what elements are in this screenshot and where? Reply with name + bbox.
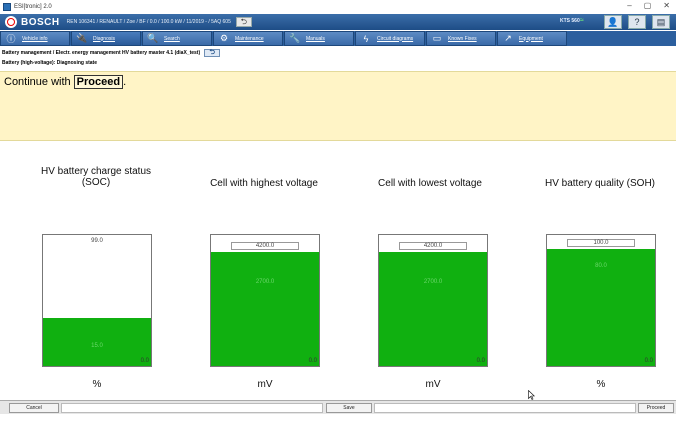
- window-title: ESI[tronic] 2.0: [14, 4, 52, 10]
- gauge-title: HV battery quality (SOH): [525, 178, 675, 189]
- tab-search[interactable]: 🔍 Search: [142, 31, 212, 46]
- gauge-unit: %: [596, 379, 606, 390]
- gauge-max-label: 4200.0: [231, 242, 299, 251]
- instruction-suffix: .: [123, 76, 127, 88]
- gauge-title-line: Cell with lowest voltage: [378, 178, 482, 189]
- cancel-button[interactable]: Cancel: [9, 403, 59, 413]
- instruction-panel: Continue with Proceed .: [0, 71, 676, 141]
- gauge-title: Cell with lowest voltage: [355, 178, 505, 189]
- gauge-bar: 100.0 80.0 0.0: [546, 234, 656, 367]
- breadcrumb-path: Battery management / Electr. energy mana…: [2, 50, 201, 56]
- signal-icon: ≈: [580, 17, 584, 24]
- main-nav: ⓘ Vehicle info 🔌 Diagnosis 🔍 Search ⚙ Ma…: [0, 31, 676, 46]
- window-controls: – ▢ ✕: [627, 1, 670, 10]
- gauge-min-label: 0.0: [308, 358, 317, 364]
- gauge-title-line: (SOC): [81, 177, 111, 188]
- gauge-min-label: 0.0: [140, 358, 149, 364]
- gauge-title: Cell with highest voltage: [189, 178, 339, 189]
- gauge-threshold-label: 2700.0: [255, 279, 275, 285]
- app-window: ESI[tronic] 2.0 – ▢ ✕ BOSCH REN 106341 /…: [0, 0, 676, 427]
- tab-diagnosis[interactable]: 🔌 Diagnosis: [71, 31, 141, 46]
- breadcrumb: Battery management / Electr. energy mana…: [2, 48, 221, 58]
- gauge-max-label: 4200.0: [399, 242, 467, 251]
- gauge-min-label: 0.0: [644, 358, 653, 364]
- minimize-icon[interactable]: –: [627, 1, 631, 10]
- gauge-threshold-label: 15.0: [91, 343, 103, 349]
- gauge-bar: 4200.0 2700.0 0.0: [378, 234, 488, 367]
- wrench-icon: 🔧: [289, 33, 301, 43]
- status-field-left: [61, 403, 323, 413]
- gauge-title-line: HV battery quality (SOH): [544, 178, 656, 189]
- gauge-unit: mV: [257, 379, 273, 390]
- breadcrumb-back-button[interactable]: ⮌: [204, 49, 221, 57]
- gauge-title: HV battery charge status (SOC): [21, 166, 171, 188]
- brand-bar: BOSCH REN 106341 / RENAULT / Zoe / BF / …: [0, 14, 676, 30]
- instruction-proceed-highlight: Proceed: [73, 75, 124, 89]
- link-icon: ↗: [504, 33, 512, 43]
- gauge-title-line: HV battery charge status: [40, 166, 152, 177]
- gauge-bar-fill: [43, 318, 151, 366]
- app-icon: [3, 3, 11, 11]
- user-icon[interactable]: 👤: [604, 15, 622, 29]
- gauge-max-label: 99.0: [91, 238, 103, 244]
- footer-strip: [0, 414, 676, 427]
- search-icon: 🔍: [147, 33, 159, 43]
- gauge-title-line: Cell with highest voltage: [210, 178, 318, 189]
- info-icon: ⓘ: [6, 34, 16, 44]
- close-icon[interactable]: ✕: [663, 1, 670, 10]
- gears-icon: ⚙: [219, 33, 229, 43]
- gauge-bar-fill: [379, 252, 487, 366]
- brand-name: BOSCH: [21, 16, 60, 28]
- mouse-cursor-icon: [528, 390, 535, 400]
- diagnosis-state-label: Battery (high-voltage): Diagnosing state: [2, 60, 98, 66]
- status-field-right: [374, 403, 636, 413]
- gauge-unit: %: [92, 379, 102, 390]
- tab-manuals[interactable]: 🔧 Manuals: [284, 31, 354, 46]
- gauge-bar-fill: [211, 252, 319, 366]
- gauge-threshold-label: 80.0: [595, 263, 607, 269]
- bosch-logo-icon: [5, 16, 17, 28]
- kts-device-label: KTS 560: [560, 18, 580, 24]
- gauge-unit: mV: [425, 379, 441, 390]
- print-icon[interactable]: ▤: [652, 15, 670, 29]
- vehicle-back-button[interactable]: ⮌: [235, 17, 252, 27]
- diagnosis-icon: 🔌: [76, 33, 88, 43]
- gauge-bar: 99.0 15.0 0.0: [42, 234, 152, 367]
- help-icon[interactable]: ?: [628, 15, 646, 29]
- vehicle-summary: REN 106341 / RENAULT / Zoe / BF / 0.0 / …: [66, 19, 231, 25]
- gauge-threshold-label: 2700.0: [423, 279, 443, 285]
- maximize-icon[interactable]: ▢: [644, 1, 652, 10]
- lightning-icon: ϟ: [363, 33, 369, 44]
- book-icon: ▭: [432, 33, 442, 43]
- instruction-prefix: Continue with: [4, 76, 71, 88]
- proceed-button[interactable]: Proceed: [638, 403, 674, 413]
- instruction-text: Continue with Proceed .: [4, 75, 126, 89]
- save-button[interactable]: Save: [326, 403, 372, 413]
- tab-circuit-diagrams[interactable]: ϟ Circuit diagrams: [355, 31, 425, 46]
- tab-known-fixes[interactable]: ▭ Known Fixes: [426, 31, 496, 46]
- tab-maintenance[interactable]: ⚙ Maintenance: [213, 31, 283, 46]
- gauge-bar: 4200.0 2700.0 0.0: [210, 234, 320, 367]
- window-titlebar: ESI[tronic] 2.0 – ▢ ✕: [0, 0, 676, 14]
- gauge-max-label: 100.0: [567, 239, 635, 248]
- tab-equipment[interactable]: ↗ Equipment: [497, 31, 567, 46]
- tab-vehicle-info[interactable]: ⓘ Vehicle info: [0, 31, 70, 46]
- gauge-min-label: 0.0: [476, 358, 485, 364]
- bottom-action-bar: Cancel Save Proceed: [0, 400, 676, 414]
